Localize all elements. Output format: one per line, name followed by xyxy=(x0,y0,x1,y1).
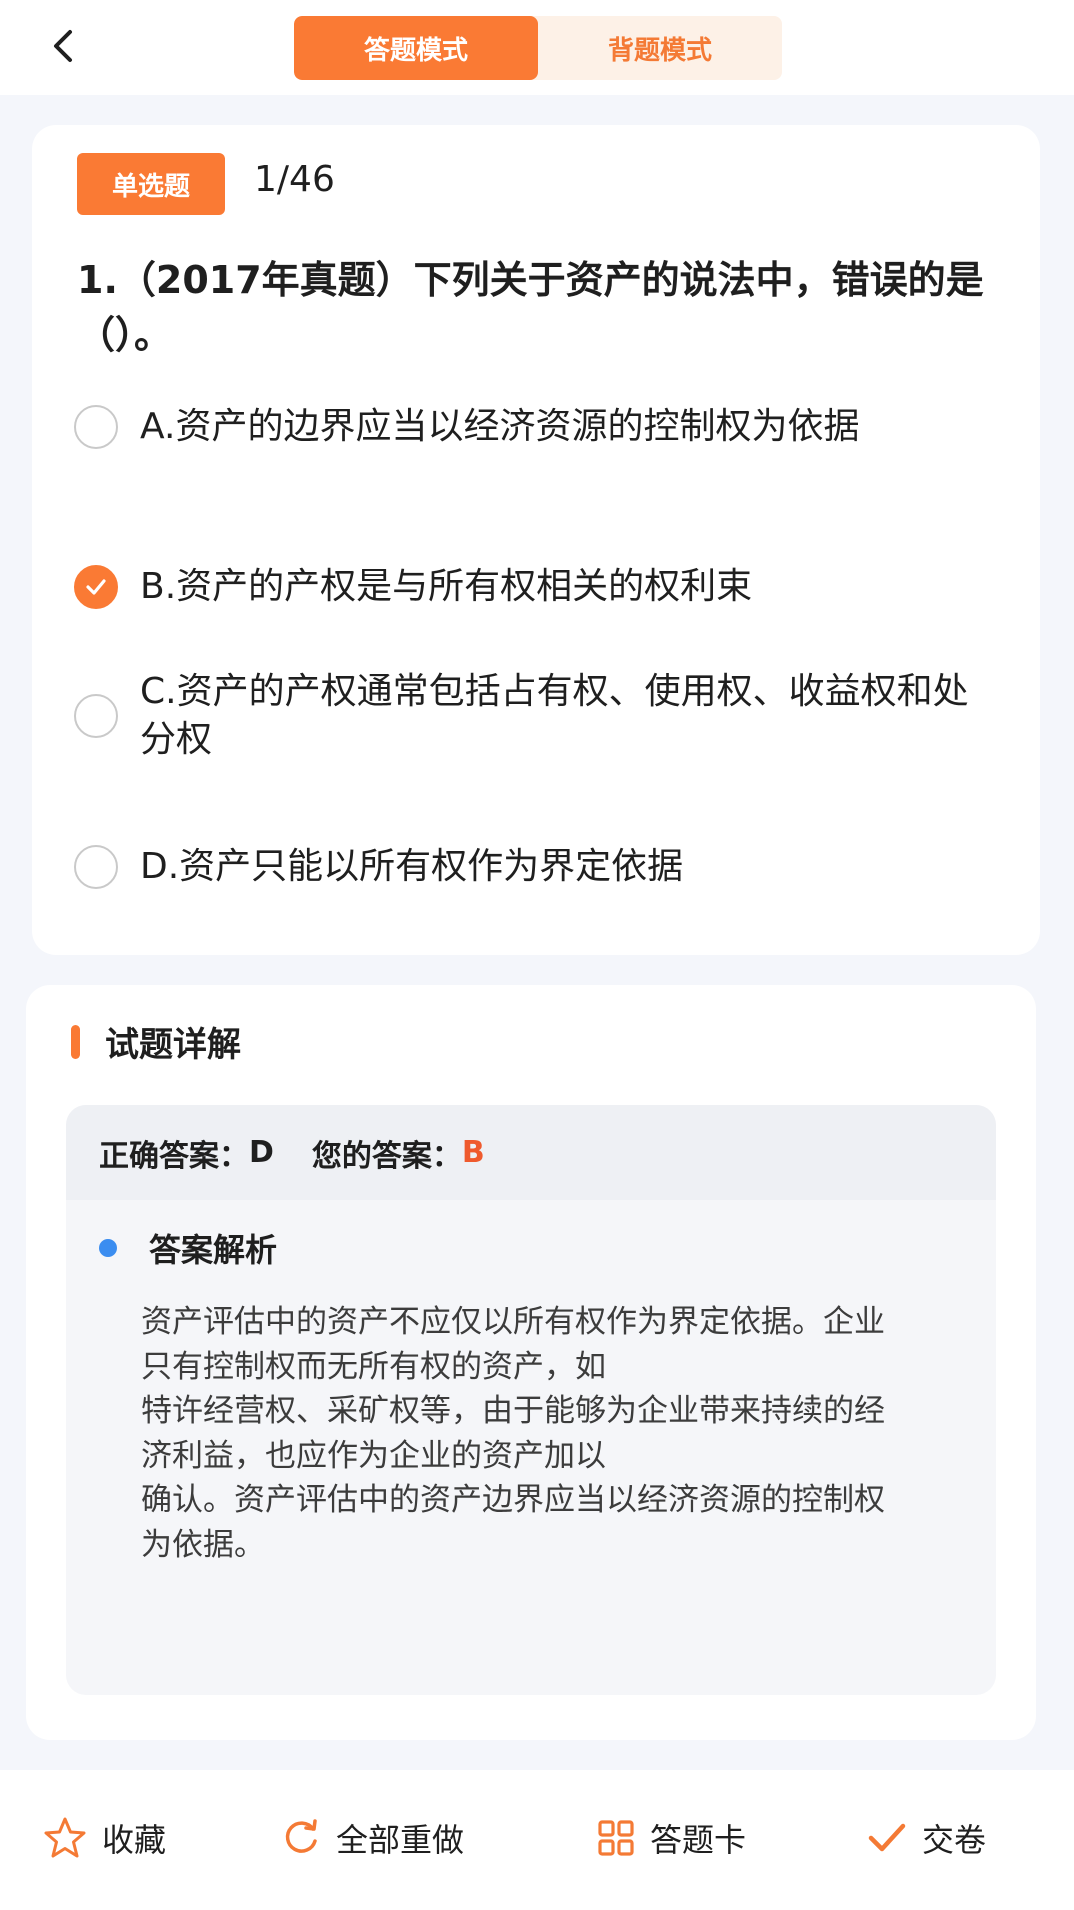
explanation-card: 试题详解 正确答案： D 您的答案： B 答案解析 资产评估中的资产不应仅以所有… xyxy=(26,985,1036,1740)
option-c[interactable]: C.资产的产权通常包括占有权、使用权、收益权和处分权 xyxy=(74,668,1004,764)
favorite-button[interactable]: 收藏 xyxy=(42,1808,166,1868)
radio-button-checked[interactable] xyxy=(74,565,118,609)
explanation-box: 正确答案： D 您的答案： B 答案解析 资产评估中的资产不应仅以所有权作为界定… xyxy=(66,1105,996,1695)
option-text: B.资产的产权是与所有权相关的权利束 xyxy=(140,566,753,607)
section-accent-bar xyxy=(71,1024,80,1059)
back-button[interactable] xyxy=(38,18,88,74)
option-text: D.资产只能以所有权作为界定依据 xyxy=(140,846,684,887)
correct-answer-value: D xyxy=(249,1135,274,1170)
option-b[interactable]: B.资产的产权是与所有权相关的权利束 xyxy=(74,563,1004,611)
radio-button[interactable] xyxy=(74,845,118,889)
chevron-left-icon xyxy=(54,30,72,62)
analysis-header: 答案解析 xyxy=(99,1225,277,1271)
your-answer-value: B xyxy=(461,1135,485,1170)
top-bar: 答题模式 背题模式 xyxy=(0,0,1074,95)
bottom-toolbar: 收藏 全部重做 答题卡 交卷 xyxy=(0,1770,1074,1910)
option-text: A.资产的边界应当以经济资源的控制权为依据 xyxy=(140,406,860,447)
redo-all-button[interactable]: 全部重做 xyxy=(280,1808,464,1868)
answer-card-button[interactable]: 答题卡 xyxy=(596,1808,746,1868)
bullet-dot-icon xyxy=(99,1239,117,1257)
refresh-icon xyxy=(285,1819,317,1853)
analysis-title: 答案解析 xyxy=(149,1231,278,1269)
question-text: 1.（2017年真题）下列关于资产的说法中，错误的是（）。 xyxy=(77,258,984,357)
correct-answer-label: 正确答案： xyxy=(99,1138,249,1174)
grid-icon xyxy=(598,1820,634,1856)
tab-answer-mode[interactable]: 答题模式 xyxy=(294,16,538,80)
redo-all-label: 全部重做 xyxy=(336,1821,465,1859)
check-icon xyxy=(86,579,106,595)
explanation-header: 试题详解 xyxy=(71,1017,241,1066)
favorite-label: 收藏 xyxy=(102,1821,167,1859)
answer-summary: 正确答案： D 您的答案： B xyxy=(66,1105,996,1200)
submit-button[interactable]: 交卷 xyxy=(866,1808,986,1868)
question-counter: 1/46 xyxy=(254,159,335,200)
tab-review-mode[interactable]: 背题模式 xyxy=(538,16,782,80)
option-d[interactable]: D.资产只能以所有权作为界定依据 xyxy=(74,843,1004,891)
check-icon xyxy=(868,1823,906,1852)
question-card: 单选题 1/46 1.（2017年真题）下列关于资产的说法中，错误的是（）。 A… xyxy=(32,125,1040,955)
star-icon xyxy=(44,1817,86,1858)
mode-switch: 答题模式 背题模式 xyxy=(294,16,782,80)
your-answer-label: 您的答案： xyxy=(311,1138,462,1174)
explanation-title: 试题详解 xyxy=(105,1025,241,1065)
submit-label: 交卷 xyxy=(922,1821,987,1859)
radio-button[interactable] xyxy=(74,405,118,449)
option-a[interactable]: A.资产的边界应当以经济资源的控制权为依据 xyxy=(74,403,1004,451)
question-type-badge: 单选题 xyxy=(77,153,225,215)
answer-card-label: 答题卡 xyxy=(650,1821,747,1859)
analysis-text: 资产评估中的资产不应仅以所有权作为界定依据。企业只有控制权而无所有权的资产，如 … xyxy=(141,1304,885,1563)
radio-button[interactable] xyxy=(74,694,118,738)
option-text: C.资产的产权通常包括占有权、使用权、收益权和处分权 xyxy=(140,671,969,760)
